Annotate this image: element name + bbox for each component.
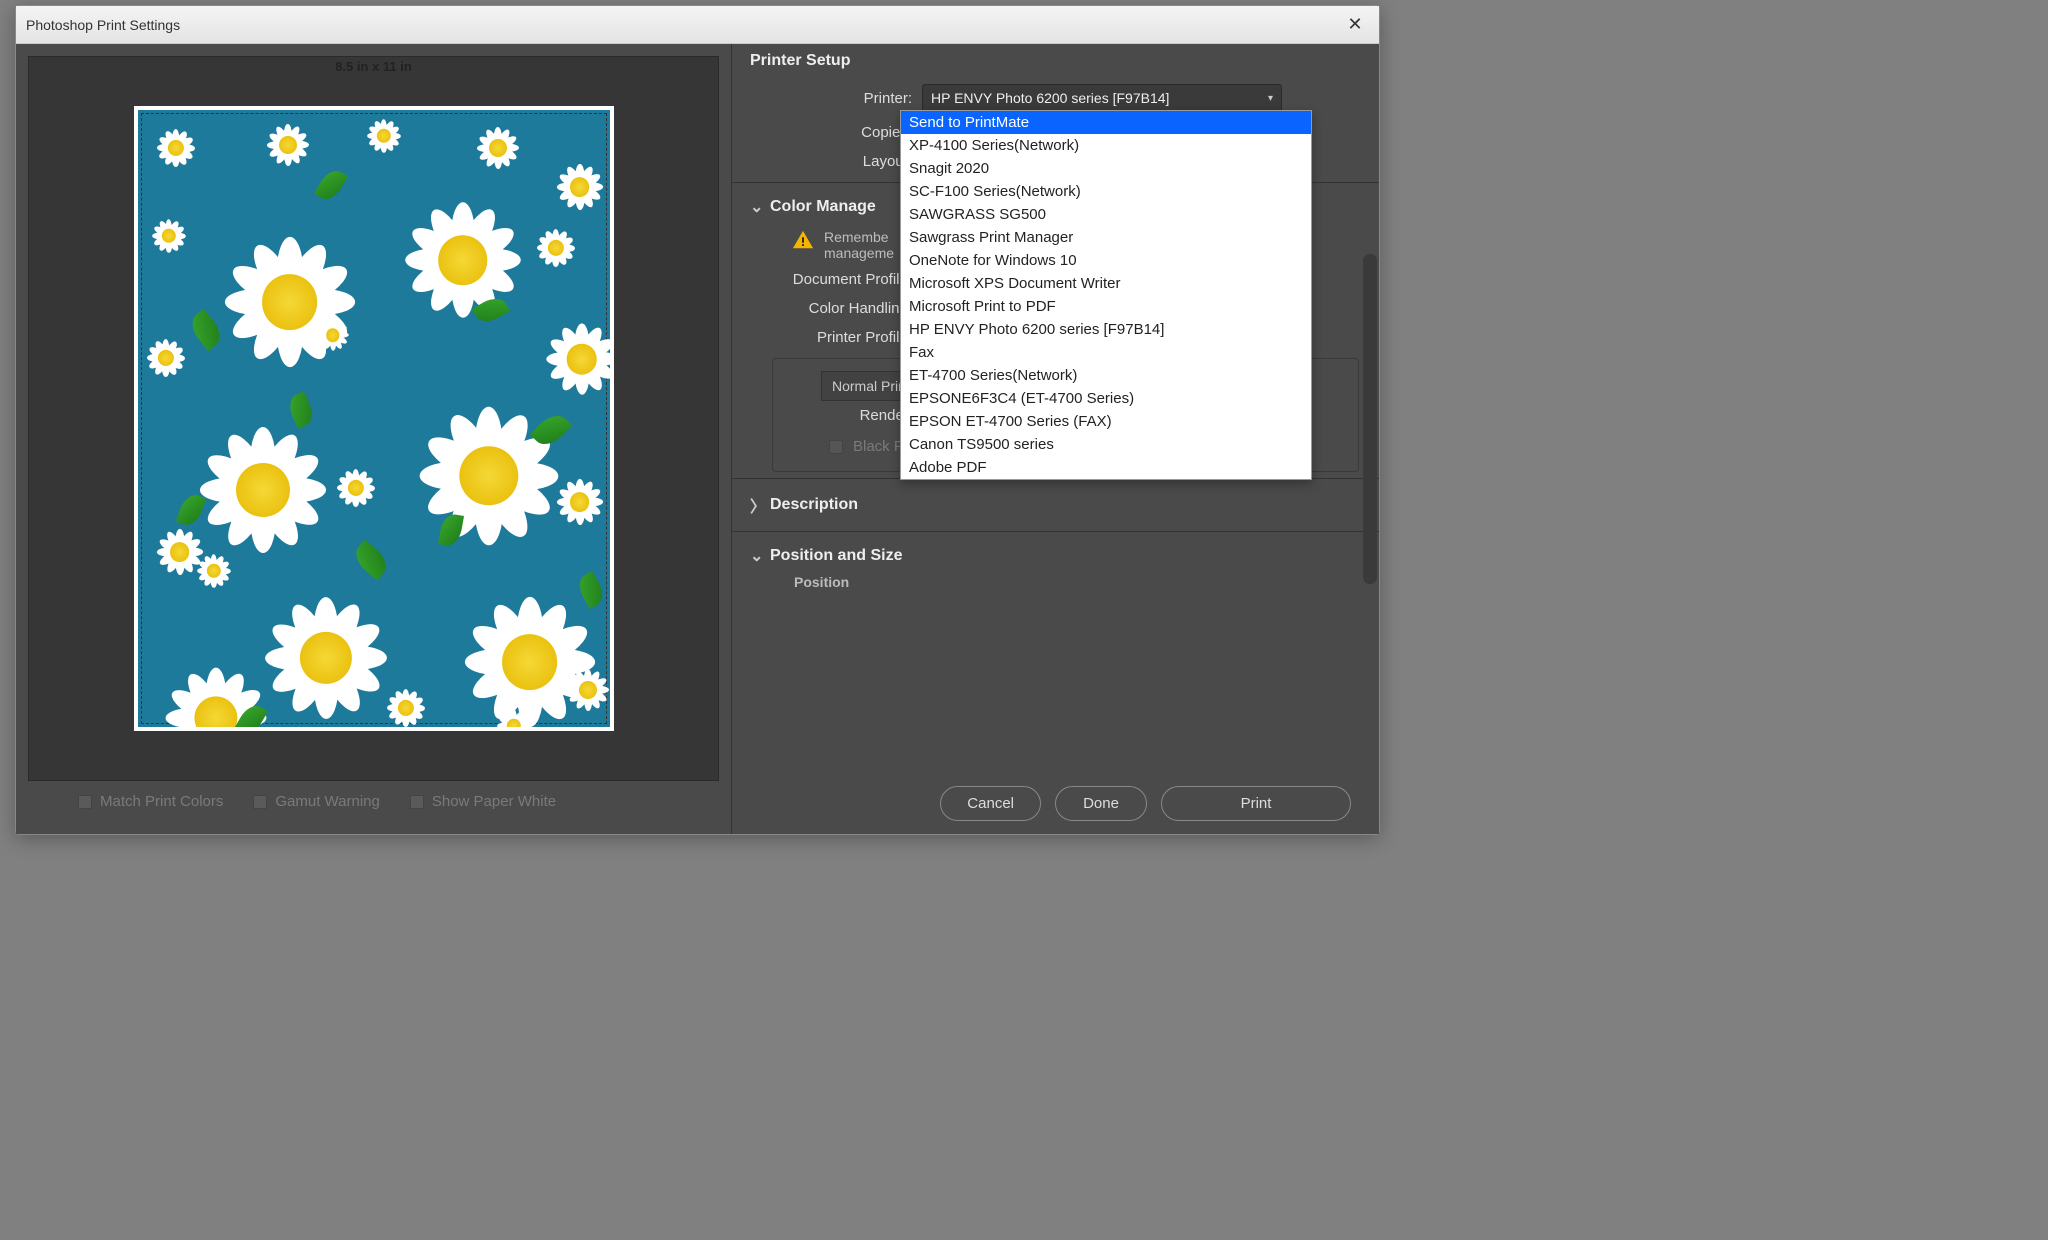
- printer-dropdown[interactable]: Send to PrintMateXP-4100 Series(Network)…: [900, 110, 1312, 480]
- warning-icon: [792, 229, 814, 251]
- printer-option[interactable]: EPSONE6F3C4 (ET-4700 Series): [901, 387, 1311, 410]
- chevron-down-icon: ▾: [1268, 93, 1273, 104]
- page-preview: [134, 106, 614, 731]
- document-profile-label: Document Profile:: [752, 271, 912, 288]
- settings-pane: Printer Setup Printer: HP ENVY Photo 620…: [731, 44, 1379, 834]
- printer-option[interactable]: XP-4100 Series(Network): [901, 134, 1311, 157]
- position-size-title: Position and Size: [770, 547, 902, 565]
- gamut-warning-label: Gamut Warning: [275, 793, 379, 810]
- titlebar: Photoshop Print Settings ✕: [16, 6, 1379, 44]
- match-print-colors-label: Match Print Colors: [100, 793, 223, 810]
- canvas-size-label: 8.5 in x 11 in: [29, 57, 718, 76]
- printer-setup-heading: Printer Setup: [732, 44, 1379, 78]
- printer-option[interactable]: Snagit 2020: [901, 157, 1311, 180]
- printer-option[interactable]: Canon TS9500 series: [901, 433, 1311, 456]
- printer-profile-label: Printer Profile:: [752, 329, 912, 346]
- chevron-right-icon: 〉: [750, 493, 760, 517]
- printer-option[interactable]: EPSON ET-4700 Series (FAX): [901, 410, 1311, 433]
- copies-label: Copies:: [752, 124, 912, 141]
- preview-frame: 8.5 in x 11 in: [28, 56, 719, 781]
- description-title: Description: [770, 496, 858, 514]
- printer-setup-title: Printer Setup: [750, 52, 850, 70]
- print-button[interactable]: Print: [1161, 786, 1351, 821]
- chevron-down-icon: ⌄: [750, 546, 760, 566]
- scrollbar[interactable]: [1363, 254, 1377, 584]
- printer-option[interactable]: Sawgrass Print Manager: [901, 226, 1311, 249]
- color-handling-label: Color Handling:: [752, 300, 912, 317]
- close-icon[interactable]: ✕: [1341, 11, 1369, 39]
- preview-options: Match Print Colors Gamut Warning Show Pa…: [28, 781, 719, 822]
- printer-option[interactable]: Adobe PDF: [901, 456, 1311, 479]
- print-settings-dialog: Photoshop Print Settings ✕ 8.5 in x 11 i…: [15, 5, 1380, 835]
- cancel-button[interactable]: Cancel: [940, 786, 1041, 821]
- warning-line-2: manageme: [824, 245, 894, 261]
- position-size-heading[interactable]: ⌄ Position and Size: [732, 538, 1379, 574]
- printer-option[interactable]: HP ENVY Photo 6200 series [F97B14]: [901, 318, 1311, 341]
- position-sub-label: Position: [732, 574, 1379, 594]
- printer-select-value: HP ENVY Photo 6200 series [F97B14]: [931, 90, 1169, 106]
- printer-select[interactable]: HP ENVY Photo 6200 series [F97B14] ▾: [922, 84, 1282, 112]
- show-paper-white-checkbox[interactable]: Show Paper White: [410, 793, 556, 810]
- dialog-title: Photoshop Print Settings: [26, 17, 180, 33]
- preview-pane: 8.5 in x 11 in Match Print Colors Gamut …: [16, 44, 731, 834]
- color-management-title: Color Manage: [770, 198, 876, 216]
- printer-option[interactable]: ET-4700 Series(Network): [901, 364, 1311, 387]
- show-paper-white-label: Show Paper White: [432, 793, 556, 810]
- dialog-footer: Cancel Done Print: [732, 772, 1379, 834]
- printer-option[interactable]: SC-F100 Series(Network): [901, 180, 1311, 203]
- chevron-down-icon: ⌄: [750, 197, 760, 217]
- printer-option[interactable]: SAWGRASS SG500: [901, 203, 1311, 226]
- match-print-colors-checkbox[interactable]: Match Print Colors: [78, 793, 223, 810]
- printer-option[interactable]: Microsoft Print to PDF: [901, 295, 1311, 318]
- gamut-warning-checkbox[interactable]: Gamut Warning: [253, 793, 379, 810]
- layout-label: Layout:: [752, 153, 912, 170]
- dialog-body: 8.5 in x 11 in Match Print Colors Gamut …: [16, 44, 1379, 834]
- printer-option[interactable]: Fax: [901, 341, 1311, 364]
- warning-line-1: Remembe: [824, 229, 894, 245]
- printer-option[interactable]: Send to PrintMate: [901, 111, 1311, 134]
- description-heading[interactable]: 〉 Description: [732, 485, 1379, 525]
- done-button[interactable]: Done: [1055, 786, 1147, 821]
- printer-option[interactable]: OneNote for Windows 10: [901, 249, 1311, 272]
- printer-label: Printer:: [752, 90, 912, 107]
- printer-option[interactable]: Microsoft XPS Document Writer: [901, 272, 1311, 295]
